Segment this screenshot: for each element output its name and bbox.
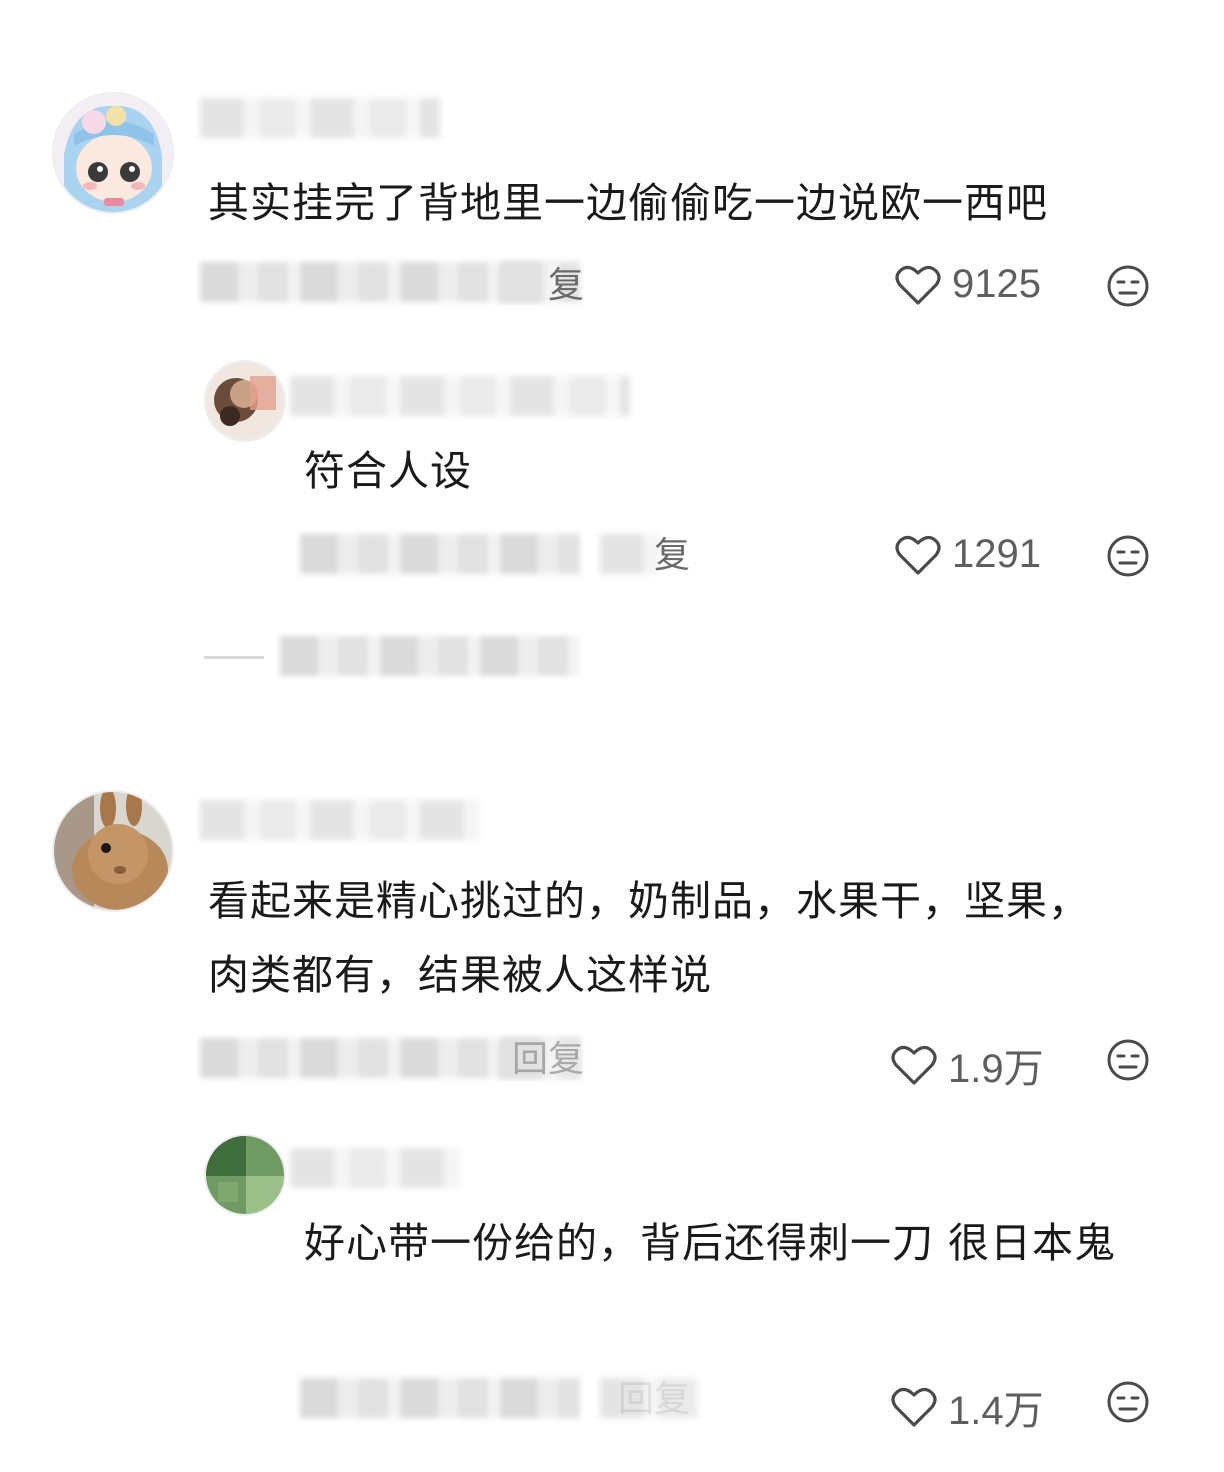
neutral-face-icon xyxy=(1107,1381,1149,1423)
avatar[interactable] xyxy=(52,790,174,912)
reply-avatar[interactable] xyxy=(204,1134,286,1216)
neutral-face-icon xyxy=(1107,1039,1149,1081)
reply-like-count: 1.4万 xyxy=(948,1389,1044,1433)
reply-reply-label[interactable]: 回复 xyxy=(618,1380,690,1420)
heart-outline-icon xyxy=(891,1045,937,1085)
heart-outline-icon xyxy=(891,1387,937,1427)
like-count: 1.9万 xyxy=(948,1047,1044,1091)
dislike-button[interactable] xyxy=(1106,1038,1150,1082)
comment-2: 看起来是精心挑过的，奶制品，水果干，坚果，肉类都有，结果被人这样说 回复 1.9… xyxy=(0,0,1224,1472)
like-button[interactable]: 1.9万 xyxy=(890,1036,1044,1094)
comment-text: 看起来是精心挑过的，奶制品，水果干，坚果，肉类都有，结果被人这样说 xyxy=(208,877,1090,999)
reply-like-button[interactable]: 1.4万 xyxy=(890,1378,1044,1436)
reply-text: 好心带一份给的，背后还得刺一刀 很日本鬼 xyxy=(304,1219,1117,1267)
reply-avatar-image xyxy=(206,1136,284,1214)
reply-label[interactable]: 回复 xyxy=(512,1040,584,1080)
rabbit-avatar-image xyxy=(54,792,172,910)
reply-meta-redacted xyxy=(300,1378,580,1418)
username-redacted[interactable] xyxy=(200,800,480,840)
reply-dislike-button[interactable] xyxy=(1106,1380,1150,1424)
reply-username-redacted[interactable] xyxy=(290,1148,460,1188)
